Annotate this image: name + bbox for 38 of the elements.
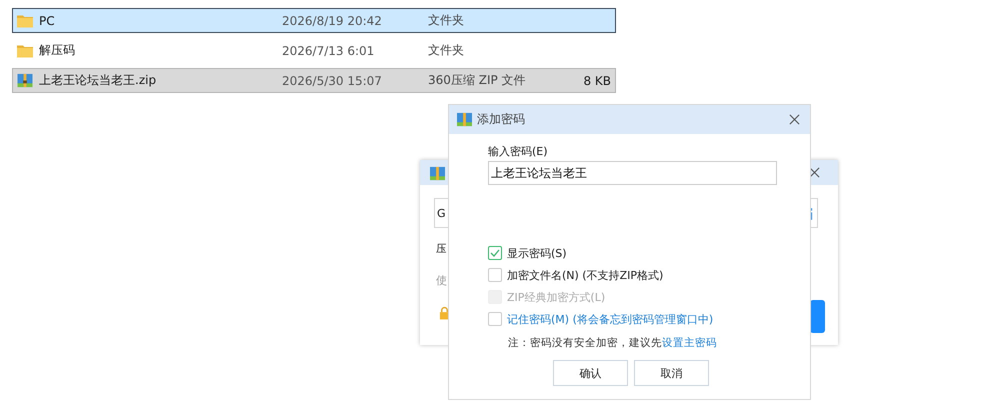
file-row[interactable]: PC 2026/8/19 20:42 文件夹	[12, 8, 616, 33]
field-label: 压	[436, 242, 447, 256]
file-type: 360压缩 ZIP 文件	[428, 72, 527, 89]
checkbox[interactable]	[488, 312, 502, 326]
field-label: 输入密码(E)	[488, 144, 549, 159]
checkbox[interactable]	[488, 268, 502, 282]
folder-icon	[17, 13, 33, 28]
close-icon[interactable]	[789, 114, 800, 125]
file-row[interactable]: 上老王论坛当老王.zip 2026/5/30 15:07 360压缩 ZIP 文件 8 KB	[12, 68, 616, 93]
file-name: 上老王论坛当老王.zip	[39, 72, 158, 89]
file-date: 2026/8/19 20:42	[282, 14, 383, 28]
primary-button[interactable]	[810, 300, 825, 333]
file-row[interactable]: 解压码 2026/7/13 6:01 文件夹	[12, 38, 616, 63]
hint-text: 使	[436, 273, 447, 288]
folder-icon	[17, 43, 33, 58]
file-date: 2026/7/13 6:01	[282, 44, 376, 58]
file-size: 8 KB	[583, 74, 611, 88]
option-link[interactable]: 记住密码(M) (将会备忘到密码管理窗口中)	[507, 312, 714, 326]
archive-icon	[430, 166, 445, 181]
file-date: 2026/5/30 15:07	[282, 74, 383, 88]
confirm-button[interactable]: 确认	[553, 360, 628, 386]
lock-icon	[439, 306, 450, 320]
archive-icon	[457, 112, 472, 127]
file-name: 解压码	[39, 42, 76, 59]
close-icon[interactable]	[809, 167, 820, 178]
dialog-title: 添加密码	[477, 111, 525, 128]
cancel-button[interactable]: 取消	[634, 360, 709, 386]
option-label: ZIP经典加密方式(L)	[507, 290, 606, 304]
option-label: 加密文件名(N) (不支持ZIP格式)	[507, 268, 664, 282]
password-field[interactable]: 上老王论坛当老王	[488, 161, 777, 185]
note-text: 注：密码没有安全加密，建议先	[508, 337, 662, 349]
checkbox[interactable]	[488, 246, 502, 260]
file-type: 文件夹	[428, 42, 465, 59]
file-type: 文件夹	[428, 12, 465, 29]
file-name: PC	[39, 14, 56, 28]
option-label: 显示密码(S)	[507, 246, 567, 260]
master-password-link[interactable]: 设置主密码	[662, 337, 717, 349]
archive-icon	[17, 73, 33, 88]
